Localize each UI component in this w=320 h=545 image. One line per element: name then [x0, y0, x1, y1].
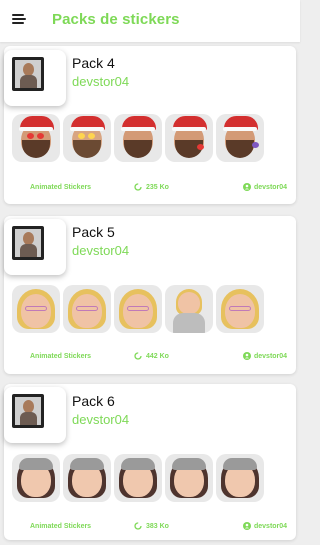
sticker-thumbnail[interactable] — [165, 285, 213, 333]
refresh-icon — [134, 352, 142, 360]
sticker-type-label: Animated Stickers — [30, 353, 92, 360]
refresh-icon — [134, 522, 142, 530]
pack-size: 235 Ko — [146, 184, 169, 191]
menu-icon[interactable] — [12, 12, 28, 28]
pack-tray-icon — [4, 219, 66, 275]
sticker-type-label: Animated Stickers — [30, 184, 92, 191]
sticker-thumbnail[interactable] — [63, 454, 111, 502]
pack-footer-author: devstor04 — [254, 353, 288, 360]
pack-author: devstor04 — [72, 412, 130, 427]
sticker-type-label: Animated Stickers — [30, 523, 92, 530]
person-icon — [243, 522, 251, 530]
pack-tray-icon — [4, 387, 66, 443]
app-bar: Packs de stickers — [0, 0, 300, 42]
app-title: Packs de stickers — [52, 11, 180, 28]
pack-size: 442 Ko — [146, 353, 169, 360]
sticker-thumbnail[interactable] — [63, 285, 111, 333]
sticker-thumbnail[interactable] — [114, 114, 162, 162]
pack-size: 383 Ko — [146, 523, 169, 530]
sticker-thumbnail[interactable] — [216, 114, 264, 162]
sticker-thumbnail[interactable] — [12, 114, 60, 162]
sticker-thumbnail[interactable] — [114, 285, 162, 333]
sticker-thumbnail[interactable] — [216, 454, 264, 502]
sticker-thumbnail[interactable] — [165, 114, 213, 162]
pack-name: Pack 4 — [72, 55, 115, 71]
pack-footer-author: devstor04 — [254, 523, 288, 530]
sticker-thumbnail[interactable] — [12, 285, 60, 333]
sticker-thumbnail[interactable] — [63, 114, 111, 162]
sticker-thumbnail[interactable] — [114, 454, 162, 502]
person-icon — [243, 183, 251, 191]
sticker-thumbnail[interactable] — [216, 285, 264, 333]
pack-author: devstor04 — [72, 243, 130, 258]
pack-name: Pack 6 — [72, 393, 115, 409]
pack-tray-icon — [4, 50, 66, 106]
refresh-icon — [134, 183, 142, 191]
pack-footer-author: devstor04 — [254, 184, 288, 191]
sticker-type-icon — [18, 183, 26, 191]
pack-name: Pack 5 — [72, 224, 115, 240]
sticker-thumbnail[interactable] — [12, 454, 60, 502]
sticker-thumbnail[interactable] — [165, 454, 213, 502]
person-icon — [243, 352, 251, 360]
pack-author: devstor04 — [72, 74, 130, 89]
